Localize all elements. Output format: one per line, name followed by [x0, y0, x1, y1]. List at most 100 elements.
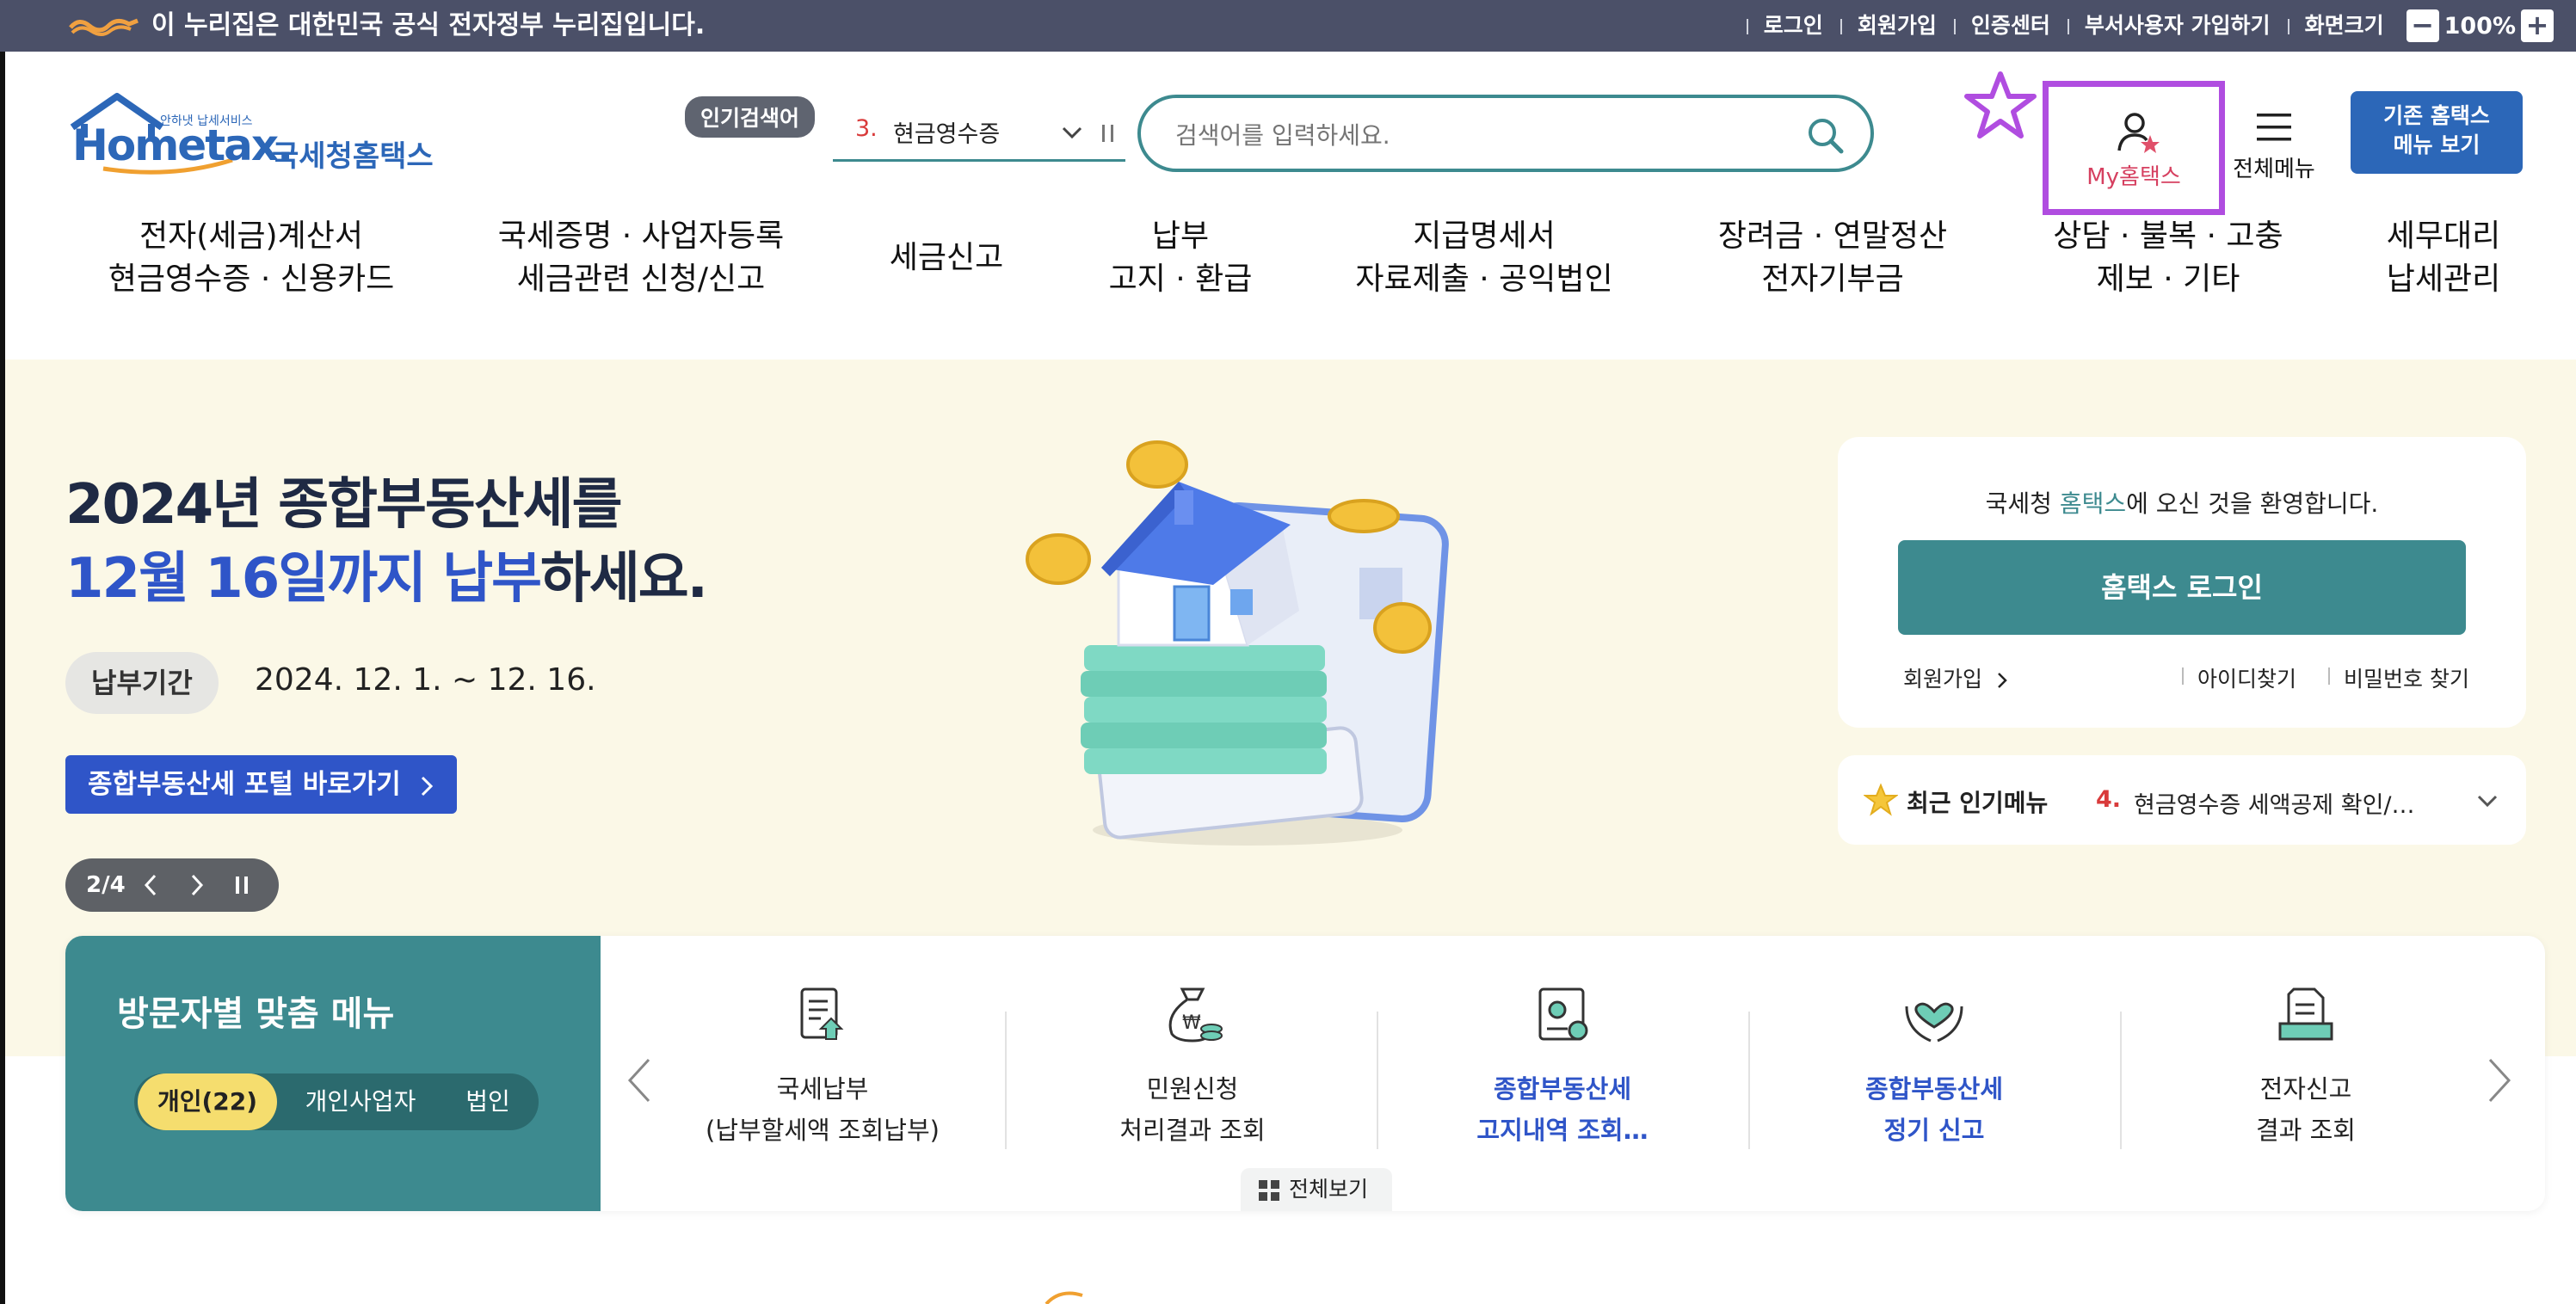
nav-payment-statements[interactable]: 지급명세서 자료제출 · 공익법인 — [1342, 215, 1626, 301]
recent-menu-label: 최근 인기메뉴 — [1907, 789, 2049, 817]
logo-org-name: 국세청홈택스 — [272, 139, 434, 174]
search-icon[interactable] — [1805, 115, 1845, 155]
slide-controls: 2/4 — [65, 858, 279, 912]
menu-civil-request[interactable]: ₩ 민원신청 처리결과 조회 — [1046, 981, 1339, 1151]
my-hometax-button[interactable]: My홈택스 — [2043, 81, 2225, 215]
menu-divider — [1377, 1012, 1378, 1149]
menu-item-label: 민원신청 — [1146, 1074, 1239, 1104]
hero-title-line1: 2024년 종합부동산세를 — [65, 473, 622, 537]
find-id-link[interactable]: 아이디찾기 — [2197, 662, 2296, 693]
view-all-button[interactable]: 전체보기 — [1241, 1168, 1392, 1211]
hero-title-suffix: 하세요. — [539, 547, 708, 611]
recent-popular-menu[interactable]: 최근 인기메뉴 4. 현금영수증 세액공제 확인/… — [1838, 755, 2526, 845]
menu-item-sublabel: 고지내역 조회… — [1476, 1116, 1649, 1145]
document-tray-icon — [2278, 987, 2333, 1041]
menu-tax-payment[interactable]: 국세납부 (납부할세액 조회납부) — [676, 981, 969, 1151]
logo-wordmark: Hometax. — [72, 120, 293, 170]
tab-corporation[interactable]: 법인 — [441, 1073, 535, 1130]
find-password-link[interactable]: 비밀번호 찾기 — [2344, 662, 2469, 693]
nav-e-invoice[interactable]: 전자(세금)계산서 현금영수증 · 신용카드 — [96, 215, 406, 301]
signup-card-label: 회원가입 — [1903, 667, 1983, 692]
payment-period-badge: 납부기간 — [65, 652, 219, 714]
carousel-prev-icon[interactable] — [623, 1055, 657, 1106]
zoom-level: 100% — [2444, 12, 2516, 40]
carousel-next-icon[interactable] — [2481, 1055, 2516, 1106]
menu-item-label: 국세납부 — [776, 1074, 869, 1104]
link-divider — [2328, 667, 2330, 685]
legacy-menu-line1: 기존 홈택스 — [2383, 103, 2490, 128]
heart-hands-icon — [1905, 1002, 1963, 1043]
svg-text:₩: ₩ — [1182, 1012, 1201, 1034]
nav-consultation[interactable]: 상담 · 불복 · 고충 제보 · 기타 — [2039, 215, 2297, 301]
all-menu-label: 전체메뉴 — [2233, 157, 2315, 182]
menu-property-tax-notice[interactable]: 종합부동산세 고지내역 조회… — [1416, 981, 1709, 1151]
popular-search-term[interactable]: 현금영수증 — [893, 115, 1000, 149]
money-bag-icon: ₩ — [1168, 987, 1223, 1043]
gov-banner-text: 이 누리집은 대한민국 공식 전자정부 누리집입니다. — [151, 10, 706, 40]
slide-counter: 2/4 — [86, 872, 126, 898]
decorative-arc-icon — [1045, 1291, 1083, 1304]
login-link[interactable]: 로그인 — [1746, 0, 1840, 52]
menu-item-label: 종합부동산세 — [1493, 1074, 1632, 1104]
property-tax-portal-button[interactable]: 종합부동산세 포털 바로가기 — [65, 755, 457, 814]
menu-item-sublabel: (납부할세액 조회납부) — [706, 1116, 940, 1145]
hometax-login-button[interactable]: 홈택스 로그인 — [1898, 540, 2466, 635]
menu-e-filing-results[interactable]: 전자신고 결과 조회 — [2160, 981, 2452, 1151]
hero-title: 2024년 종합부동산세를 12월 16일까지 납부하세요. — [65, 468, 708, 616]
nav-label: 전자(세금)계산서 — [139, 218, 363, 254]
recent-menu-item[interactable]: 현금영수증 세액공제 확인/… — [2134, 786, 2415, 820]
welcome-suffix: 에 오신 것을 환영합니다. — [2126, 489, 2379, 518]
hometax-logo[interactable]: 안하냇 납세서비스 Hometax. 국세청홈택스 — [69, 89, 439, 184]
nav-tax-filing[interactable]: 세금신고 — [869, 237, 1024, 280]
certificate-icon — [1538, 987, 1588, 1041]
search-input[interactable] — [1174, 117, 1776, 153]
chevron-right-icon — [1998, 673, 2007, 688]
nav-payment[interactable]: 납부 고지 · 환급 — [1086, 215, 1275, 301]
slide-pause-icon[interactable] — [232, 874, 251, 896]
welcome-brand: 홈택스 — [2059, 489, 2127, 518]
nav-tax-agent[interactable]: 세무대리 납세관리 — [2375, 215, 2512, 301]
nav-label: 제보 · 기타 — [2096, 261, 2240, 297]
menu-item-label: 전자신고 — [2259, 1074, 2352, 1104]
dept-user-signup-link[interactable]: 부서사용자 가입하기 — [2067, 0, 2288, 52]
popular-search-tag: 인기검색어 — [685, 96, 816, 138]
nav-certificates[interactable]: 국세증명 · 사업자등록 세금관련 신청/신고 — [482, 215, 800, 301]
nav-label: 자료제출 · 공익법인 — [1355, 261, 1613, 297]
chevron-down-icon[interactable] — [2474, 788, 2500, 814]
login-card: 국세청 홈택스에 오신 것을 환영합니다. 홈택스 로그인 회원가입 아이디찾기… — [1838, 437, 2526, 728]
search-box — [1137, 95, 1874, 172]
all-menu-button[interactable]: 전체메뉴 — [2225, 110, 2323, 183]
signup-card-link[interactable]: 회원가입 — [1903, 662, 2008, 693]
legacy-menu-button[interactable]: 기존 홈택스 메뉴 보기 — [2351, 91, 2523, 174]
slide-prev-icon[interactable] — [141, 872, 160, 898]
tab-individual[interactable]: 개인(22) — [138, 1073, 277, 1130]
popular-search-rank: 3. — [855, 115, 878, 142]
menu-item-sublabel: 처리결과 조회 — [1119, 1116, 1266, 1145]
nav-label: 국세증명 · 사업자등록 — [497, 218, 785, 254]
nav-label: 지급명세서 — [1413, 218, 1556, 254]
nav-label: 납세관리 — [2386, 261, 2501, 297]
slide-next-icon[interactable] — [188, 872, 206, 898]
nav-label: 세무대리 — [2386, 218, 2501, 254]
cert-center-link[interactable]: 인증센터 — [1953, 0, 2068, 52]
nav-label: 전자기부금 — [1761, 261, 1904, 297]
menu-divider — [2120, 1012, 2122, 1149]
nav-label: 세금관련 신청/신고 — [516, 261, 766, 297]
hamburger-menu-icon — [2257, 114, 2291, 141]
recent-menu-rank: 4. — [2096, 786, 2122, 813]
zoom-in-button[interactable]: + — [2521, 9, 2554, 42]
portal-button-label: 종합부동산세 포털 바로가기 — [88, 769, 401, 800]
hero-title-line2: 12월 16일까지 납부하세요. — [65, 542, 708, 616]
zoom-out-button[interactable]: − — [2406, 9, 2439, 42]
chevron-down-icon[interactable] — [1060, 120, 1084, 145]
menu-item-sublabel: 정기 신고 — [1883, 1116, 1985, 1145]
menu-property-tax-filing[interactable]: 종합부동산세 정기 신고 — [1788, 981, 2080, 1151]
nav-incentives[interactable]: 장려금 · 연말정산 전자기부금 — [1704, 215, 1962, 301]
pause-icon[interactable] — [1100, 122, 1117, 145]
nav-label: 세금신고 — [889, 240, 1004, 275]
gov-emblem-icon — [69, 18, 139, 36]
signup-link[interactable]: 회원가입 — [1840, 0, 1954, 52]
nav-label: 현금영수증 · 신용카드 — [108, 261, 395, 297]
tab-sole-proprietor[interactable]: 개인사업자 — [289, 1073, 432, 1130]
hero-title-highlight: 12월 16일까지 납부 — [65, 547, 542, 611]
